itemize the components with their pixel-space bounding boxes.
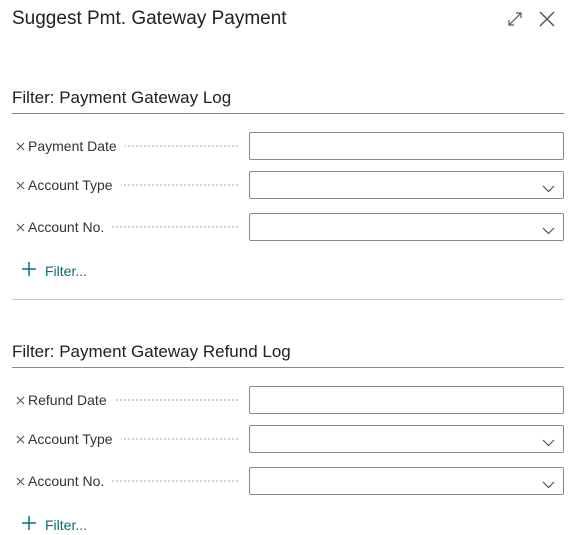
account-type-select[interactable]	[249, 425, 564, 453]
refund-date-input[interactable]	[250, 387, 563, 413]
filter-section-payment-log: Filter: Payment Gateway Log Payment Date…	[12, 87, 564, 279]
plus-icon	[21, 261, 37, 280]
filter-row-payment-date: Payment Date	[12, 132, 564, 160]
filter-row-account-type: Account Type	[12, 425, 564, 453]
filter-section-refund-log: Filter: Payment Gateway Refund Log Refun…	[12, 341, 564, 533]
add-filter-button[interactable]: Filter...	[21, 515, 87, 534]
remove-filter-icon[interactable]	[15, 139, 25, 153]
chevron-down-icon	[542, 476, 555, 494]
remove-filter-icon[interactable]	[15, 178, 25, 192]
add-filter-button[interactable]: Filter...	[21, 261, 87, 280]
chevron-down-icon	[542, 222, 555, 240]
title-actions	[504, 8, 558, 30]
filter-row-account-no: Account No.	[12, 467, 564, 495]
plus-icon	[21, 515, 37, 534]
remove-filter-icon[interactable]	[15, 220, 25, 234]
filter-row-account-type: Account Type	[12, 171, 564, 199]
account-no-select[interactable]	[249, 467, 564, 495]
filter-label: Account No.	[28, 473, 113, 489]
account-type-select[interactable]	[249, 171, 564, 199]
section-divider	[12, 299, 564, 300]
filter-label: Account Type	[28, 177, 121, 193]
refund-date-field[interactable]	[249, 386, 564, 414]
expand-icon[interactable]	[504, 8, 526, 30]
filter-label: Account Type	[28, 431, 121, 447]
remove-filter-icon[interactable]	[15, 474, 25, 488]
payment-date-input[interactable]	[250, 133, 563, 159]
close-icon[interactable]	[536, 8, 558, 30]
remove-filter-icon[interactable]	[15, 432, 25, 446]
filter-label: Refund Date	[28, 392, 115, 408]
filter-label: Payment Date	[28, 138, 125, 154]
chevron-down-icon	[542, 434, 555, 452]
filter-row-refund-date: Refund Date	[12, 386, 564, 414]
payment-date-field[interactable]	[249, 132, 564, 160]
section-header: Filter: Payment Gateway Refund Log	[12, 341, 564, 368]
account-no-select[interactable]	[249, 213, 564, 241]
filter-row-account-no: Account No.	[12, 213, 564, 241]
filter-label: Account No.	[28, 219, 113, 235]
add-filter-label: Filter...	[45, 262, 88, 279]
remove-filter-icon[interactable]	[15, 393, 25, 407]
chevron-down-icon	[542, 180, 555, 198]
section-header: Filter: Payment Gateway Log	[12, 87, 564, 114]
dialog-title: Suggest Pmt. Gateway Payment	[12, 8, 287, 29]
add-filter-label: Filter...	[45, 516, 88, 533]
